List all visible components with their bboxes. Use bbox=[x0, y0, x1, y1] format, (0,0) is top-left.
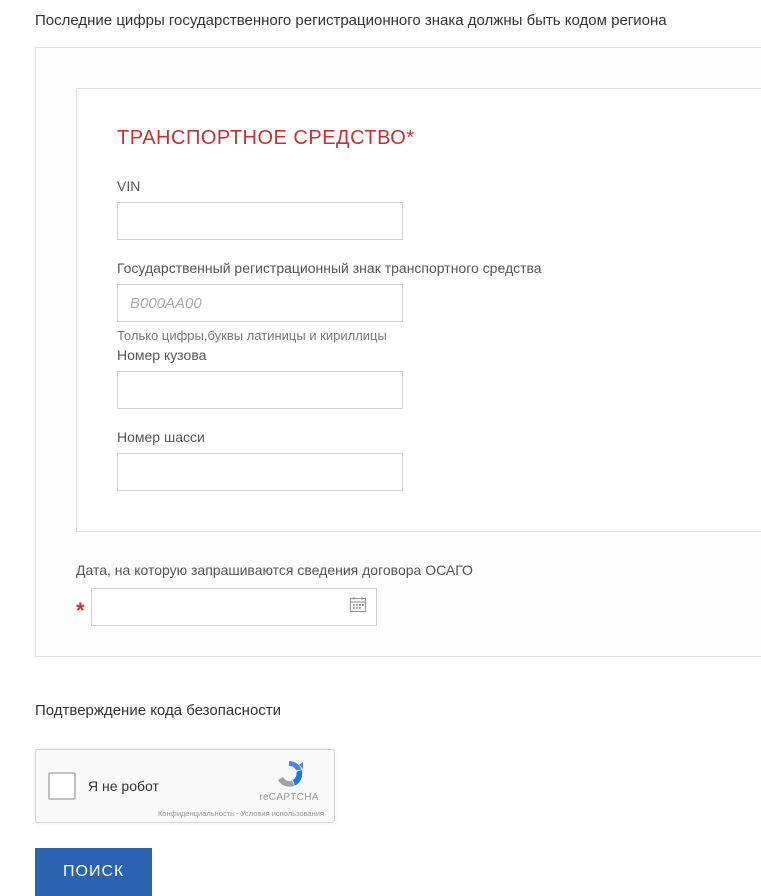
chassis-label: Номер шасси bbox=[117, 429, 761, 445]
recaptcha-brand: reCAPTCHA bbox=[254, 792, 324, 804]
chassis-input[interactable] bbox=[117, 453, 403, 491]
plate-helper: Только цифры,буквы латиницы и кириллицы bbox=[117, 328, 761, 343]
date-input[interactable] bbox=[91, 588, 377, 626]
recaptcha-widget: Я не робот reCAPTCHA Конфиденциальность … bbox=[35, 749, 335, 823]
vin-input[interactable] bbox=[117, 202, 403, 240]
date-section: Дата, на которую запрашиваются сведения … bbox=[76, 562, 761, 626]
panel-title: ТРАНСПОРТНОЕ СРЕДСТВО* bbox=[117, 127, 761, 150]
vin-field-group: VIN bbox=[117, 178, 761, 240]
recaptcha-branding: reCAPTCHA bbox=[254, 758, 324, 804]
plate-field-group: Государственный регистрационный знак тра… bbox=[117, 260, 761, 343]
plate-input[interactable] bbox=[117, 284, 403, 322]
recaptcha-logo-icon bbox=[273, 758, 305, 790]
search-button[interactable]: ПОИСК bbox=[35, 848, 152, 896]
security-label: Подтверждение кода безопасности bbox=[35, 702, 761, 719]
recaptcha-checkbox[interactable] bbox=[48, 772, 76, 800]
required-star-icon: * bbox=[76, 600, 85, 622]
date-label: Дата, на которую запрашиваются сведения … bbox=[76, 562, 761, 578]
chassis-field-group: Номер шасси bbox=[117, 429, 761, 491]
recaptcha-links[interactable]: Конфиденциальность - Условия использован… bbox=[158, 809, 324, 818]
vin-label: VIN bbox=[117, 178, 761, 194]
instruction-text: Последние цифры государственного регистр… bbox=[0, 0, 761, 47]
vehicle-panel: ТРАНСПОРТНОЕ СРЕДСТВО* VIN Государственн… bbox=[76, 88, 761, 532]
form-container: ТРАНСПОРТНОЕ СРЕДСТВО* VIN Государственн… bbox=[35, 47, 761, 657]
plate-label: Государственный регистрационный знак тра… bbox=[117, 260, 761, 276]
body-input[interactable] bbox=[117, 371, 403, 409]
body-label: Номер кузова bbox=[117, 347, 761, 363]
body-field-group: Номер кузова bbox=[117, 347, 761, 409]
